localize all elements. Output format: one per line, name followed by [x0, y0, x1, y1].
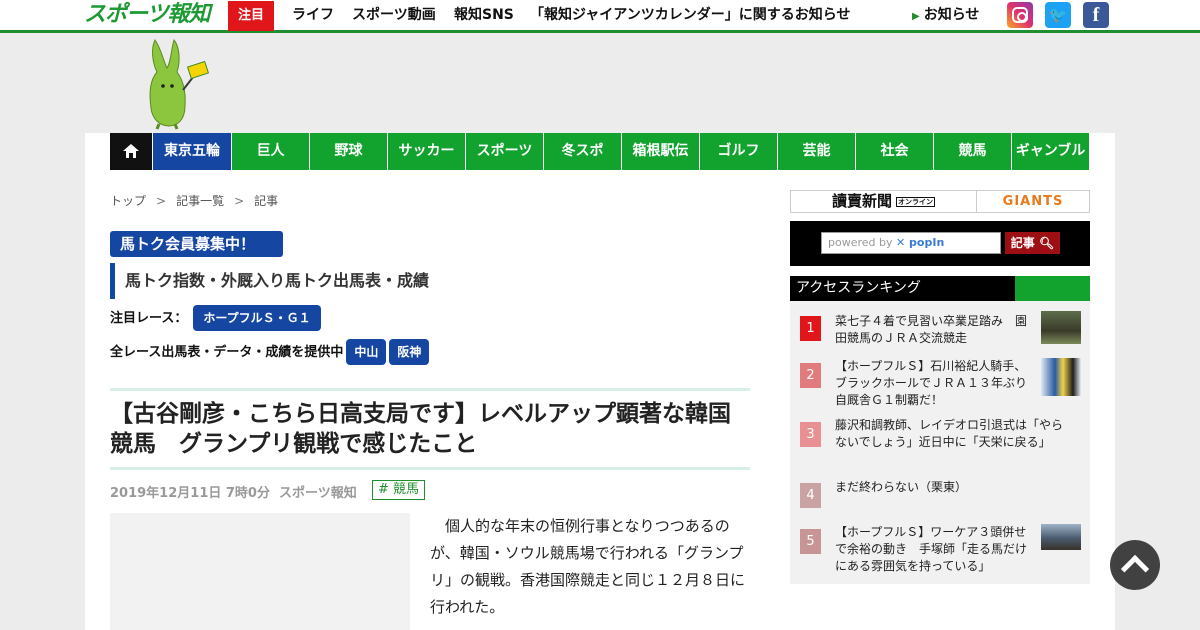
featured-race-row: 注目レース： ホープフルＳ・Ｇ１ — [110, 305, 321, 331]
top-header: スポーツ報知 注目 ライフ スポーツ動画 報知SNS 「報知ジャイアンツカレンダ… — [0, 0, 1200, 33]
article-headline: 【古谷剛彦・こちら日高支局です】レベルアップ顕著な韓国競馬 グランプリ観戦で感じ… — [110, 388, 750, 470]
access-ranking-list: 1 菜七子４着で見習い卒業足踏み 園田競馬のＪＲＡ交流競走 2 【ホープフルＳ】… — [790, 301, 1090, 584]
umatoku-member-badge[interactable]: 馬トク会員募集中！ — [110, 231, 283, 257]
rank-number: 4 — [800, 483, 821, 508]
breadcrumb: トップ > 記事一覧 > 記事 — [110, 194, 279, 208]
popin-brand: ✕ popIn — [896, 236, 945, 249]
search-button-label: 記事 — [1010, 236, 1035, 250]
back-to-top-button[interactable] — [1110, 540, 1160, 590]
search-input[interactable]: powered by ✕ popIn — [821, 232, 1001, 254]
twitter-icon[interactable]: 🐦 — [1045, 2, 1071, 28]
instagram-icon[interactable] — [1007, 2, 1033, 28]
venue-nakayama-button[interactable]: 中山 — [346, 339, 387, 365]
article-date: 2019年12月11日 7時0分 — [110, 486, 270, 501]
category-nav: 東京五輪 巨人 野球 サッカー スポーツ 冬スポ 箱根駅伝 ゴルフ 芸能 社会 … — [110, 133, 1089, 170]
ranking-accent-bar — [1015, 276, 1090, 301]
ranking-item-text: 【ホープフルＳ】ワーケア３頭併せで余裕の動き 手塚師「走る馬だけにある雰囲気を持… — [835, 525, 1028, 573]
category-society[interactable]: 社会 — [856, 133, 934, 170]
category-horse-racing[interactable]: 競馬 — [934, 133, 1012, 170]
breadcrumb-article-list[interactable]: 記事一覧 — [176, 194, 224, 208]
notice-link[interactable]: ▶ お知らせ — [912, 0, 979, 31]
home-button[interactable] — [110, 133, 153, 170]
article-search-box: powered by ✕ popIn 記事 🔍︎ — [790, 221, 1090, 266]
category-entertainment[interactable]: 芸能 — [778, 133, 856, 170]
umatoku-title[interactable]: 馬トク指数・外厩入り馬トク出馬表・成績 — [110, 263, 429, 299]
search-placeholder-prefix: powered by — [828, 236, 893, 249]
venue-hanshin-button[interactable]: 阪神 — [389, 339, 430, 365]
rank-number: 5 — [800, 529, 821, 554]
breadcrumb-top[interactable]: トップ — [110, 194, 146, 208]
category-baseball[interactable]: 野球 — [310, 133, 388, 170]
ranking-thumbnail — [1041, 311, 1081, 344]
article-source: スポーツ報知 — [279, 486, 357, 501]
search-icon: 🔍︎ — [1038, 236, 1055, 250]
nav-link-life[interactable]: ライフ — [292, 0, 334, 31]
category-winter-sports[interactable]: 冬スポ — [544, 133, 622, 170]
site-logo[interactable]: スポーツ報知 — [84, 1, 211, 29]
category-giants[interactable]: 巨人 — [232, 133, 310, 170]
ranking-item-text: 【ホープフルＳ】石川裕紀人騎手、ブラックホールでＪＲＡ１３年ぶり自厩舎Ｇ１制覇だ… — [835, 359, 1028, 407]
giants-link[interactable]: GIANTS — [977, 191, 1089, 212]
article-body: 個人的な年末の恒例行事となりつつあるのが、韓国・ソウル競馬場で行われる「グランプ… — [430, 517, 746, 616]
nav-link-sports-video[interactable]: スポーツ動画 — [352, 0, 436, 31]
mascot-illustration — [149, 38, 209, 130]
article-byline: 2019年12月11日 7時0分 スポーツ報知 — [110, 482, 357, 501]
rank-number: 3 — [800, 422, 821, 447]
featured-race-button[interactable]: ホープフルＳ・Ｇ１ — [193, 305, 321, 331]
triangle-right-icon: ▶ — [912, 11, 920, 22]
online-badge: オンライン — [896, 196, 935, 207]
article-tag-horse-racing[interactable]: # 競馬 — [372, 480, 426, 500]
all-race-label: 全レース出馬表・データ・成績を提供中 — [110, 345, 344, 360]
popin-brand-label: popIn — [909, 236, 945, 249]
category-golf[interactable]: ゴルフ — [700, 133, 778, 170]
category-hakone-ekiden[interactable]: 箱根駅伝 — [622, 133, 700, 170]
ranking-title: アクセスランキング — [796, 280, 921, 296]
rank-number: 1 — [800, 316, 821, 341]
rank-number: 2 — [800, 363, 821, 388]
nav-link-calendar-notice[interactable]: 「報知ジャイアンツカレンダー」に関するお知らせ — [530, 0, 850, 31]
nav-link-hochi-sns[interactable]: 報知SNS — [454, 0, 514, 31]
search-button[interactable]: 記事 🔍︎ — [1005, 232, 1060, 254]
category-tokyo-olympics[interactable]: 東京五輪 — [153, 133, 232, 170]
category-gambling[interactable]: ギャンブル — [1012, 133, 1089, 170]
article-photo — [110, 513, 410, 630]
yomiuri-label: 讀賣新聞 — [831, 192, 892, 210]
breadcrumb-current: 記事 — [254, 194, 279, 208]
ranking-thumbnail — [1041, 524, 1081, 550]
yomiuri-online-link[interactable]: 讀賣新聞 オンライン — [791, 191, 977, 212]
ranking-thumbnail — [1041, 358, 1081, 396]
category-soccer[interactable]: サッカー — [388, 133, 466, 170]
ranking-item-text: 藤沢和調教師、レイデオロ引退式は「やらないでしょう」近日中に「天栄に戻る」 — [835, 418, 1064, 449]
chevron-up-icon — [1120, 554, 1150, 584]
hot-topics-button[interactable]: 注目 — [228, 1, 274, 31]
home-icon — [123, 144, 139, 158]
category-sports[interactable]: スポーツ — [466, 133, 544, 170]
access-ranking-header: アクセスランキング — [790, 276, 1090, 301]
ranking-item-text: 菜七子４着で見習い卒業足踏み 園田競馬のＪＲＡ交流競走 — [835, 314, 1028, 345]
partner-banner: 讀賣新聞 オンライン GIANTS — [790, 190, 1090, 213]
notice-label: お知らせ — [923, 7, 980, 23]
facebook-icon[interactable]: f — [1083, 2, 1109, 28]
featured-race-label: 注目レース： — [110, 311, 188, 326]
ranking-item-text: まだ終わらない（栗東） — [835, 480, 968, 494]
all-race-row: 全レース出馬表・データ・成績を提供中 中山 阪神 — [110, 339, 430, 365]
